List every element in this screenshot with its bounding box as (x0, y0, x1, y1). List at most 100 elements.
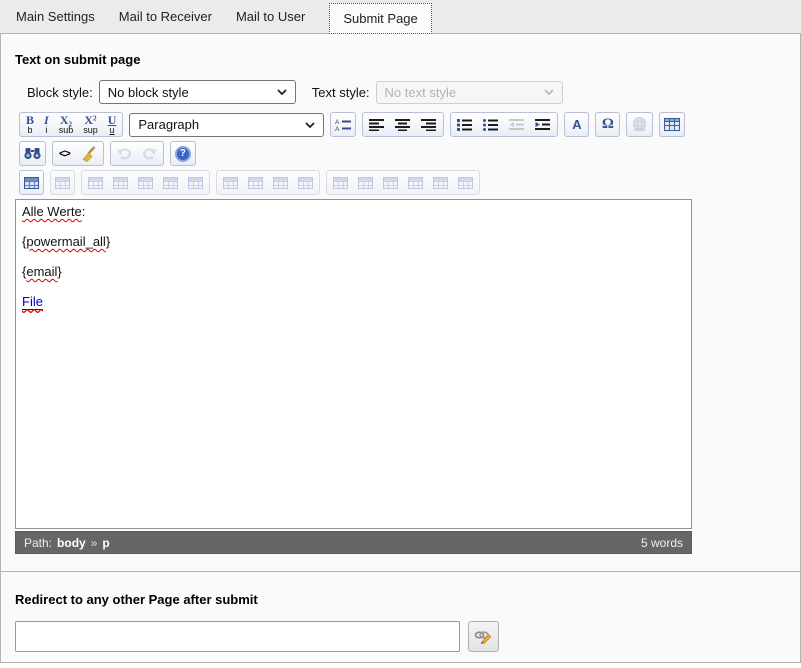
rte-toolbar-row-2: <> (19, 141, 786, 166)
ordered-list-button[interactable] (452, 113, 478, 136)
view-source-button[interactable]: <> (54, 142, 75, 165)
delete-row-button (158, 171, 183, 194)
bullet-list-button[interactable] (478, 113, 504, 136)
align-left-button[interactable] (364, 113, 390, 136)
source-code-icon: <> (59, 148, 70, 160)
alignment-group (362, 112, 444, 137)
ordered-list-icon (457, 118, 473, 131)
column-properties-button (293, 171, 318, 194)
tab-mail-to-receiver[interactable]: Mail to Receiver (119, 9, 212, 24)
undo-icon (117, 147, 132, 160)
editor-paragraph: {email} (22, 264, 685, 280)
align-center-button[interactable] (390, 113, 416, 136)
undo-button (112, 142, 137, 165)
table-properties-button (50, 170, 75, 195)
special-character-button[interactable]: Ω (595, 112, 620, 137)
cell-operations-group (326, 170, 480, 195)
superscript-button[interactable]: X² sup (78, 113, 103, 136)
bold-button[interactable]: B b (21, 113, 39, 136)
link-wizard-button[interactable] (468, 621, 499, 652)
outdent-button (504, 113, 530, 136)
insert-cell-before-icon (358, 177, 373, 189)
insert-row-before-icon (113, 177, 128, 189)
split-row-icon (188, 177, 203, 189)
broom-icon (80, 146, 97, 162)
italic-button[interactable]: I i (39, 113, 54, 136)
acronym-button[interactable]: A (564, 112, 589, 137)
align-center-icon (395, 118, 411, 131)
column-operations-group (216, 170, 320, 195)
insert-column-after-button (243, 171, 268, 194)
redirect-section: Redirect to any other Page after submit (15, 572, 786, 652)
editor-paragraph: File (22, 294, 685, 310)
block-style-select[interactable]: No block style (99, 80, 296, 104)
text-section-heading: Text on submit page (15, 52, 786, 67)
outdent-icon (509, 118, 525, 131)
delete-column-button (268, 171, 293, 194)
block-style-label: Block style: (27, 85, 93, 100)
row-properties-icon (88, 177, 103, 189)
svg-text:A: A (335, 119, 340, 126)
table-properties-icon (55, 177, 70, 189)
rte-editor[interactable]: Alle Werte: {powermail_all} {email} File (15, 199, 692, 529)
rte-toolbar-row-1: B b I i X₂ sub X² sup U u (19, 112, 786, 137)
tab-bar: Main Settings Mail to Receiver Mail to U… (0, 0, 801, 34)
text-style-value: No text style (385, 85, 457, 100)
binoculars-icon (24, 147, 41, 160)
chevron-down-icon (277, 89, 287, 95)
row-operations-group (81, 170, 210, 195)
paragraph-format-value: Paragraph (138, 117, 199, 132)
align-left-icon (369, 118, 385, 131)
editor-paragraph: {powermail_all} (22, 234, 685, 250)
cleanup-button[interactable] (75, 142, 102, 165)
powermail-settings-page: Main Settings Mail to Receiver Mail to U… (0, 0, 801, 668)
rte-toolbar-row-3 (19, 170, 786, 195)
underline-button[interactable]: U u (103, 113, 122, 136)
source-clean-group: <> (52, 141, 104, 166)
word-count: 5 words (641, 536, 683, 550)
undo-redo-group (110, 141, 164, 166)
split-row-button (183, 171, 208, 194)
globe-icon (631, 117, 648, 132)
delete-row-icon (163, 177, 178, 189)
tab-main-settings[interactable]: Main Settings (16, 9, 95, 24)
insert-table-button[interactable] (659, 112, 685, 137)
cell-properties-button (328, 171, 353, 194)
toggle-table-borders-button[interactable] (19, 170, 44, 195)
rte-status-bar: Path: body » p 5 words (15, 531, 692, 554)
insert-column-before-icon (223, 177, 238, 189)
help-button[interactable]: ? (170, 141, 196, 166)
paragraph-styles-icon: A A (335, 118, 351, 132)
row-properties-button (83, 171, 108, 194)
path-item-p[interactable]: p (102, 536, 109, 550)
insert-cell-after-button (378, 171, 403, 194)
insert-column-before-button (218, 171, 243, 194)
tab-submit-page[interactable]: Submit Page (329, 3, 431, 34)
path-item-body[interactable]: body (57, 536, 86, 550)
table-icon (664, 118, 680, 131)
text-style-select: No text style (376, 81, 563, 104)
chevron-down-icon (305, 122, 315, 128)
redirect-page-input[interactable] (15, 621, 460, 652)
split-cell-button (453, 171, 478, 194)
redirect-heading: Redirect to any other Page after submit (15, 592, 786, 607)
paragraph-format-select[interactable]: Paragraph (129, 113, 324, 137)
redo-button (137, 142, 162, 165)
insert-link-button (626, 112, 653, 137)
align-right-button[interactable] (416, 113, 442, 136)
indent-button[interactable] (530, 113, 556, 136)
delete-cell-icon (408, 177, 423, 189)
editor-file-link[interactable]: File (22, 294, 43, 310)
redo-icon (142, 147, 157, 160)
subscript-button[interactable]: X₂ sub (54, 113, 79, 136)
link-wizard-icon (474, 629, 493, 644)
insert-column-after-icon (248, 177, 263, 189)
style-select-row: Block style: No block style Text style: … (27, 80, 786, 104)
block-styles-button[interactable]: A A (330, 112, 356, 137)
tab-mail-to-user[interactable]: Mail to User (236, 9, 305, 24)
inline-format-group: B b I i X₂ sub X² sup U u (19, 112, 123, 137)
find-replace-button[interactable] (19, 141, 46, 166)
chevron-down-icon (544, 89, 554, 95)
path-label: Path: (24, 536, 52, 550)
help-icon: ? (175, 146, 191, 162)
